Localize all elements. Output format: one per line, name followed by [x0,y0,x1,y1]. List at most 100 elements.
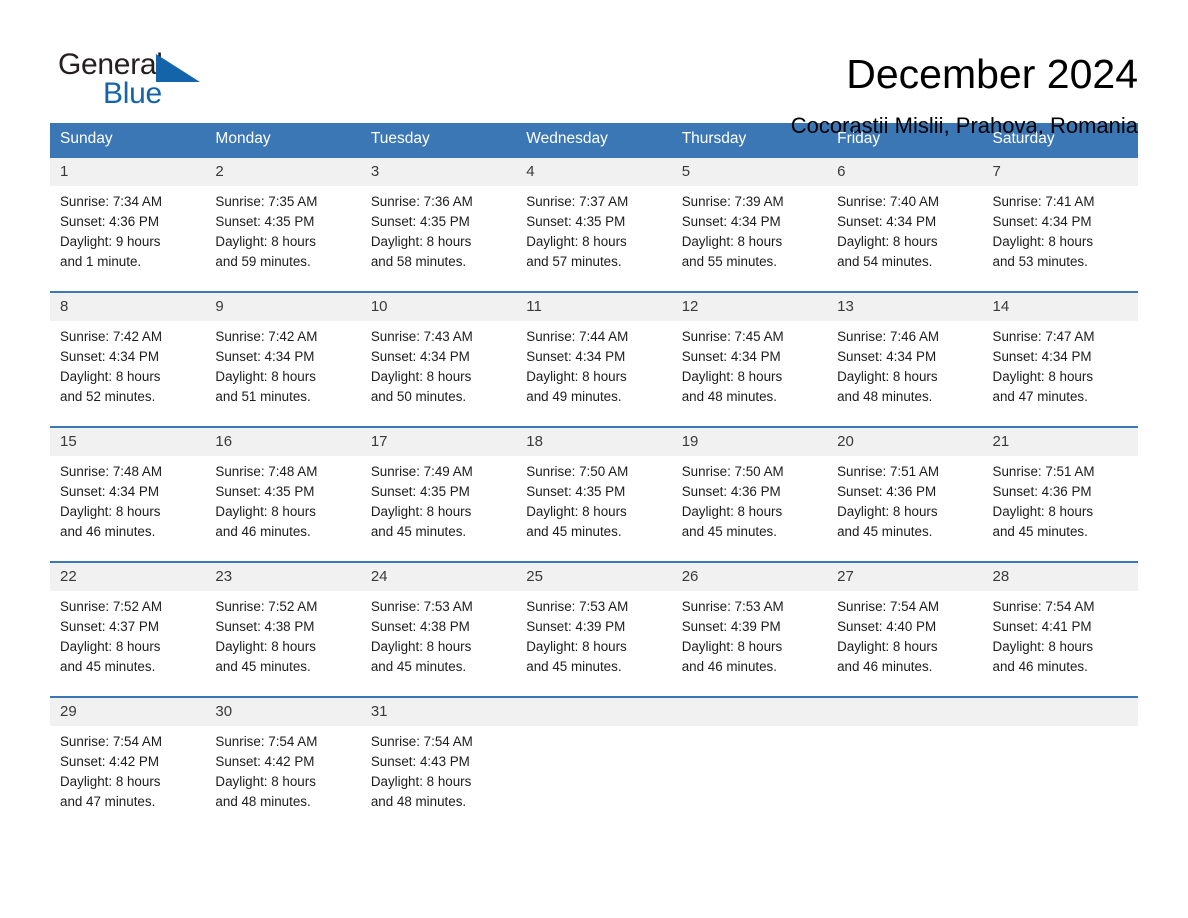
sunrise-text: Sunrise: 7:52 AM [60,599,162,614]
daylight-text: Daylight: 8 hours [526,369,627,385]
sunrise-text: Sunrise: 7:50 AM [526,464,629,479]
daylight-text: Daylight: 8 hours [370,774,472,790]
day-details: Sunrise: 7:36 AM Sunset: 4:35 PM Daylight:… [361,186,516,272]
calendar-day-cell[interactable]: 12 Sunrise: 7:45 AM Sunset: 4:34 PM Dayligh… [671,291,828,427]
calendar-day-cell[interactable]: 1 Sunrise: 7:34 AM Sunset: 4:36 PM Daylight… [50,156,206,292]
sunset-text: Sunset: 4:39 PM [526,619,626,635]
daylight-text: Daylight: 8 hours [837,369,938,385]
calendar-day-cell[interactable]: 2 Sunrise: 7:35 AM Sunset: 4:35 PM Daylight… [205,156,361,292]
calendar-day-cell[interactable]: 30 Sunrise: 7:54 AM Sunset: 4:42 PM Dayligh… [205,695,361,813]
sunset-text: Sunset: 4:34 PM [837,214,937,230]
day-details: Sunrise: 7:46 AM Sunset: 4:34 PM Daylight:… [827,321,982,407]
calendar-day-cell[interactable]: 15 Sunrise: 7:48 AM Sunset: 4:34 PM Dayligh… [50,426,206,562]
day-number: 29 [50,698,206,726]
general-blue-logo[interactable]: General Blue [58,48,208,118]
day-number: 20 [827,428,983,456]
sunset-text: Sunset: 4:36 PM [60,214,159,230]
calendar-day-cell[interactable]: 16 Sunrise: 7:48 AM Sunset: 4:35 PM Dayligh… [205,426,361,562]
daylight-text: and 48 minutes. [681,389,777,405]
calendar-day-cell[interactable]: 5 Sunrise: 7:39 AM Sunset: 4:34 PM Daylight… [671,156,828,292]
daylight-text: and 47 minutes. [992,389,1088,405]
sunrise-text: Sunrise: 7:47 AM [992,329,1095,344]
calendar-day-cell[interactable]: 7 Sunrise: 7:41 AM Sunset: 4:34 PM Daylight… [982,156,1138,292]
daylight-text: and 54 minutes. [837,254,933,270]
day-details: Sunrise: 7:42 AM Sunset: 4:34 PM Daylight:… [205,321,360,407]
daylight-text: and 45 minutes. [215,659,311,675]
sunrise-text: Sunrise: 7:53 AM [681,599,784,614]
calendar-day-cell[interactable]: 14 Sunrise: 7:47 AM Sunset: 4:34 PM Dayligh… [982,291,1138,427]
calendar-day-cell[interactable]: 19 Sunrise: 7:50 AM Sunset: 4:36 PM Dayligh… [671,426,828,562]
sunset-text: Sunset: 4:35 PM [370,484,470,500]
day-details: Sunrise: 7:53 AM Sunset: 4:39 PM Daylight:… [672,591,827,677]
sunrise-text: Sunrise: 7:42 AM [60,329,162,344]
daylight-text: Daylight: 8 hours [215,504,316,520]
sunrise-text: Sunrise: 7:54 AM [60,734,162,749]
calendar-day-cell[interactable]: 26 Sunrise: 7:53 AM Sunset: 4:39 PM Dayligh… [671,561,828,697]
calendar-week-row: 22 Sunrise: 7:52 AM Sunset: 4:37 PM Dayligh… [50,561,1138,697]
daylight-text: and 46 minutes. [992,659,1088,675]
day-number: 25 [516,563,672,591]
daylight-text: Daylight: 8 hours [215,774,316,790]
sunrise-text: Sunrise: 7:46 AM [837,329,940,344]
calendar-day-cell[interactable]: 20 Sunrise: 7:51 AM Sunset: 4:36 PM Dayligh… [827,426,983,562]
calendar-day-cell[interactable]: 17 Sunrise: 7:49 AM Sunset: 4:35 PM Dayligh… [360,426,517,562]
daylight-text: and 51 minutes. [215,389,311,405]
calendar-day-cell[interactable]: 10 Sunrise: 7:43 AM Sunset: 4:34 PM Dayligh… [360,291,517,427]
daylight-text: and 55 minutes. [681,254,777,270]
daylight-text: and 45 minutes. [60,659,156,675]
calendar-day-cell[interactable]: 27 Sunrise: 7:54 AM Sunset: 4:40 PM Dayligh… [827,561,983,697]
daylight-text: and 1 minute. [60,254,142,270]
calendar-cell-empty [671,695,828,813]
day-details: Sunrise: 7:41 AM Sunset: 4:34 PM Daylight:… [983,186,1138,272]
day-number: 4 [516,158,672,186]
daylight-text: and 48 minutes. [215,794,311,810]
calendar-day-cell[interactable]: 23 Sunrise: 7:52 AM Sunset: 4:38 PM Dayligh… [205,561,361,697]
sunset-text: Sunset: 4:43 PM [370,754,470,770]
calendar-day-cell[interactable]: 3 Sunrise: 7:36 AM Sunset: 4:35 PM Daylight… [360,156,517,292]
daylight-text: and 45 minutes. [370,659,467,675]
daylight-text: and 46 minutes. [681,659,777,675]
sunrise-text: Sunrise: 7:45 AM [681,329,784,344]
sunset-text: Sunset: 4:34 PM [60,484,159,500]
sunrise-text: Sunrise: 7:37 AM [526,194,629,209]
calendar-day-cell[interactable]: 21 Sunrise: 7:51 AM Sunset: 4:36 PM Dayligh… [982,426,1138,562]
day-details: Sunrise: 7:51 AM Sunset: 4:36 PM Daylight:… [827,456,982,542]
day-details: Sunrise: 7:34 AM Sunset: 4:36 PM Daylight:… [50,186,205,272]
daylight-text: and 45 minutes. [992,524,1088,540]
empty-cell-filler [516,698,672,726]
calendar-day-cell[interactable]: 18 Sunrise: 7:50 AM Sunset: 4:35 PM Dayligh… [516,426,672,562]
sunrise-text: Sunrise: 7:41 AM [992,194,1095,209]
daylight-text: Daylight: 8 hours [370,504,472,520]
calendar-day-cell[interactable]: 31 Sunrise: 7:54 AM Sunset: 4:43 PM Dayligh… [360,695,517,813]
calendar-day-cell[interactable]: 6 Sunrise: 7:40 AM Sunset: 4:34 PM Daylight… [827,156,983,292]
daylight-text: Daylight: 8 hours [992,639,1094,655]
day-number: 19 [671,428,828,456]
calendar-week-row: 29 Sunrise: 7:54 AM Sunset: 4:42 PM Dayligh… [50,695,1138,813]
calendar-day-cell[interactable]: 13 Sunrise: 7:46 AM Sunset: 4:34 PM Dayligh… [827,291,983,427]
calendar-day-cell[interactable]: 8 Sunrise: 7:42 AM Sunset: 4:34 PM Daylight… [50,291,206,427]
sunrise-text: Sunrise: 7:50 AM [681,464,784,479]
daylight-text: Daylight: 8 hours [837,234,938,250]
day-details: Sunrise: 7:48 AM Sunset: 4:35 PM Daylight:… [205,456,360,542]
calendar-day-cell[interactable]: 29 Sunrise: 7:54 AM Sunset: 4:42 PM Dayligh… [50,695,206,813]
sunrise-text: Sunrise: 7:36 AM [370,194,473,209]
sunset-text: Sunset: 4:37 PM [60,619,159,635]
daylight-text: Daylight: 8 hours [60,504,161,520]
calendar-day-cell[interactable]: 22 Sunrise: 7:52 AM Sunset: 4:37 PM Dayligh… [50,561,206,697]
sunrise-text: Sunrise: 7:54 AM [215,734,318,749]
calendar-day-cell[interactable]: 25 Sunrise: 7:53 AM Sunset: 4:39 PM Dayligh… [516,561,672,697]
daylight-text: Daylight: 8 hours [215,639,316,655]
sunrise-text: Sunrise: 7:53 AM [526,599,629,614]
sunrise-text: Sunrise: 7:54 AM [992,599,1095,614]
triangle-icon [156,54,200,82]
sunset-text: Sunset: 4:35 PM [370,214,470,230]
calendar-day-cell[interactable]: 9 Sunrise: 7:42 AM Sunset: 4:34 PM Daylight… [205,291,361,427]
day-number: 15 [50,428,206,456]
daylight-text: Daylight: 8 hours [526,639,627,655]
calendar-day-cell[interactable]: 24 Sunrise: 7:53 AM Sunset: 4:38 PM Dayligh… [360,561,517,697]
calendar-day-cell[interactable]: 4 Sunrise: 7:37 AM Sunset: 4:35 PM Daylight… [516,156,672,292]
daylight-text: Daylight: 8 hours [526,234,627,250]
daylight-text: Daylight: 8 hours [215,234,316,250]
calendar-day-cell[interactable]: 11 Sunrise: 7:44 AM Sunset: 4:34 PM Dayligh… [516,291,672,427]
calendar-day-cell[interactable]: 28 Sunrise: 7:54 AM Sunset: 4:41 PM Dayligh… [982,561,1138,697]
